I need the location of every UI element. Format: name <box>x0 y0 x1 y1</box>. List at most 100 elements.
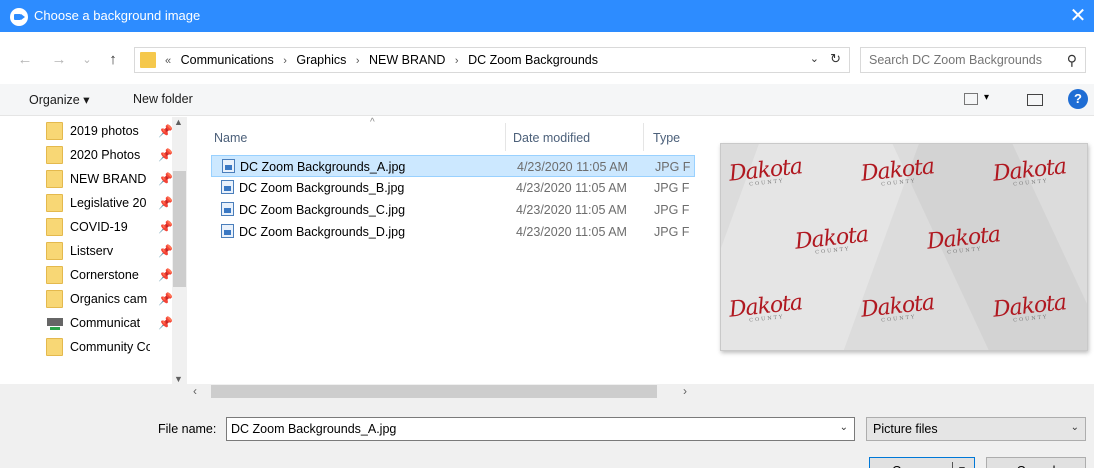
open-options-chevron-icon[interactable]: ▼ <box>957 458 967 468</box>
organize-button[interactable]: Organize ▾ <box>29 92 89 107</box>
pin-icon[interactable]: 📌 <box>158 268 173 282</box>
pin-icon[interactable]: 📌 <box>158 292 173 306</box>
folder-icon <box>46 266 63 284</box>
folder-icon <box>46 242 63 260</box>
file-row-a[interactable]: DC Zoom Backgrounds_A.jpg 4/23/2020 11:0… <box>211 155 695 177</box>
search-icon[interactable]: ⚲ <box>1067 52 1077 69</box>
scroll-left-icon[interactable]: ‹ <box>193 384 197 398</box>
folder-icon <box>46 146 63 164</box>
chevron-down-icon[interactable]: ⌄ <box>840 422 848 433</box>
scroll-up-icon[interactable]: ▲ <box>174 117 183 127</box>
file-name-field[interactable]: ⌄ <box>226 417 855 441</box>
file-type: JPG F <box>655 160 691 174</box>
file-type: JPG F <box>654 225 690 239</box>
file-date: 4/23/2020 11:05 AM <box>517 160 628 174</box>
file-type: JPG F <box>654 203 690 217</box>
file-row-d[interactable]: DC Zoom Backgrounds_D.jpg 4/23/2020 11:0… <box>211 221 695 243</box>
recent-locations-chevron-icon[interactable]: ⌄ <box>76 50 98 70</box>
image-preview: Dakota COUNTY Dakota COUNTY Dakota COUNTY D… <box>720 143 1088 351</box>
breadcrumb-item-dc-zoom-backgrounds[interactable]: DC Zoom Backgrounds <box>468 53 598 67</box>
sidebar-item-label: Legislative 20 <box>70 196 147 210</box>
scroll-down-icon[interactable]: ▼ <box>174 374 183 384</box>
address-bar[interactable]: « Communications › Graphics › NEW BRAND … <box>134 47 850 73</box>
file-dialog: ← → ⌄ ↑ « Communications › Graphics › NE… <box>0 32 1094 468</box>
new-folder-button[interactable]: New folder <box>133 92 193 106</box>
file-row-c[interactable]: DC Zoom Backgrounds_C.jpg 4/23/2020 11:0… <box>211 199 695 221</box>
sidebar-item-label: 2020 Photos <box>70 148 141 162</box>
sidebar-item-label: 2019 photos <box>70 124 139 138</box>
column-header-name[interactable]: Name <box>214 131 247 145</box>
search-input[interactable] <box>861 48 1051 72</box>
sidebar-item-communications-drive[interactable]: Communicat 📌 <box>46 312 173 336</box>
sidebar-item-legislative[interactable]: Legislative 20 📌 <box>46 192 173 216</box>
breadcrumb-item-communications[interactable]: Communications <box>181 53 274 67</box>
folder-icon <box>46 290 63 308</box>
pin-icon[interactable]: 📌 <box>158 148 173 162</box>
forward-arrow-icon[interactable]: → <box>48 50 70 70</box>
sidebar-item-covid-19[interactable]: COVID-19 📌 <box>46 216 173 240</box>
pin-icon[interactable]: 📌 <box>158 196 173 210</box>
back-arrow-icon[interactable]: ← <box>14 50 36 70</box>
file-name: DC Zoom Backgrounds_D.jpg <box>239 225 406 239</box>
image-file-icon <box>221 180 234 194</box>
breadcrumb-overflow-icon[interactable]: « <box>165 55 171 67</box>
up-arrow-icon[interactable]: ↑ <box>102 50 124 70</box>
breadcrumb-item-graphics[interactable]: Graphics <box>296 53 346 67</box>
file-name-input[interactable] <box>227 418 827 440</box>
view-options-icon[interactable] <box>964 93 978 105</box>
sidebar-item-label: Listserv <box>70 244 114 258</box>
column-header-date-modified[interactable]: Date modified <box>513 131 590 145</box>
sidebar-item-organics[interactable]: Organics cam 📌 <box>46 288 173 312</box>
sidebar-item-label: NEW BRAND <box>70 172 147 186</box>
address-history-chevron-icon[interactable]: ⌄ <box>810 52 819 65</box>
zoom-app-icon <box>10 8 28 26</box>
folder-icon <box>46 170 63 188</box>
file-date: 4/23/2020 11:05 AM <box>516 225 627 239</box>
file-name: DC Zoom Backgrounds_A.jpg <box>240 160 406 174</box>
sidebar-item-cornerstone[interactable]: Cornerstone 📌 <box>46 264 173 288</box>
file-type-select[interactable]: Picture files ⌄ <box>866 417 1086 441</box>
folder-icon <box>46 218 63 236</box>
breadcrumb-item-new-brand[interactable]: NEW BRAND <box>369 53 445 67</box>
column-header-type[interactable]: Type <box>653 131 680 145</box>
pin-icon[interactable]: 📌 <box>158 124 173 138</box>
cancel-button[interactable]: Cancel <box>986 457 1086 468</box>
refresh-icon[interactable]: ↻ <box>830 51 841 67</box>
sidebar-item-2020-photos[interactable]: 2020 Photos 📌 <box>46 144 173 168</box>
file-list: ^ Name Date modified Type DC Zoom Backgr… <box>187 117 695 384</box>
window-title: Choose a background image <box>34 8 201 23</box>
chevron-right-icon[interactable]: › <box>356 55 360 67</box>
close-icon[interactable]: ✕ <box>1068 4 1088 28</box>
sort-up-icon: ^ <box>370 117 375 128</box>
sidebar-item-listserv[interactable]: Listserv 📌 <box>46 240 173 264</box>
open-button[interactable]: Open ▼ <box>869 457 975 468</box>
file-row-b[interactable]: DC Zoom Backgrounds_B.jpg 4/23/2020 11:0… <box>211 177 695 199</box>
pin-icon[interactable]: 📌 <box>158 244 173 258</box>
scrollbar-thumb[interactable] <box>173 171 186 287</box>
open-button-label: Open <box>892 458 923 468</box>
pin-icon[interactable]: 📌 <box>158 316 173 330</box>
file-name: DC Zoom Backgrounds_C.jpg <box>239 203 406 217</box>
chevron-right-icon[interactable]: › <box>283 55 287 67</box>
chevron-down-icon[interactable]: ⌄ <box>1071 422 1079 433</box>
column-divider[interactable] <box>643 123 644 151</box>
sidebar-item-community[interactable]: Community Cor <box>46 336 173 360</box>
view-options-chevron-icon[interactable]: ▾ <box>984 92 989 103</box>
help-icon[interactable]: ? <box>1068 89 1088 109</box>
sidebar-item-2019-photos[interactable]: 2019 photos 📌 <box>46 120 173 144</box>
chevron-right-icon[interactable]: › <box>455 55 459 67</box>
preview-pane: Dakota COUNTY Dakota COUNTY Dakota COUNTY D… <box>695 117 1094 384</box>
image-file-icon <box>222 159 235 173</box>
pin-icon[interactable]: 📌 <box>158 172 173 186</box>
scrollbar-thumb[interactable] <box>211 385 657 398</box>
split-divider <box>952 462 953 468</box>
sidebar-scrollbar[interactable]: ▲ ▼ <box>172 117 187 384</box>
pin-icon[interactable]: 📌 <box>158 220 173 234</box>
dakota-county-logo: Dakota COUNTY <box>859 290 936 324</box>
column-divider[interactable] <box>505 123 506 151</box>
scroll-right-icon[interactable]: › <box>683 384 687 398</box>
file-list-horizontal-scrollbar[interactable]: ‹ › <box>187 384 695 399</box>
search-box[interactable]: ⚲ <box>860 47 1086 73</box>
sidebar-item-new-brand[interactable]: NEW BRAND 📌 <box>46 168 173 192</box>
preview-pane-icon[interactable] <box>1027 94 1043 106</box>
